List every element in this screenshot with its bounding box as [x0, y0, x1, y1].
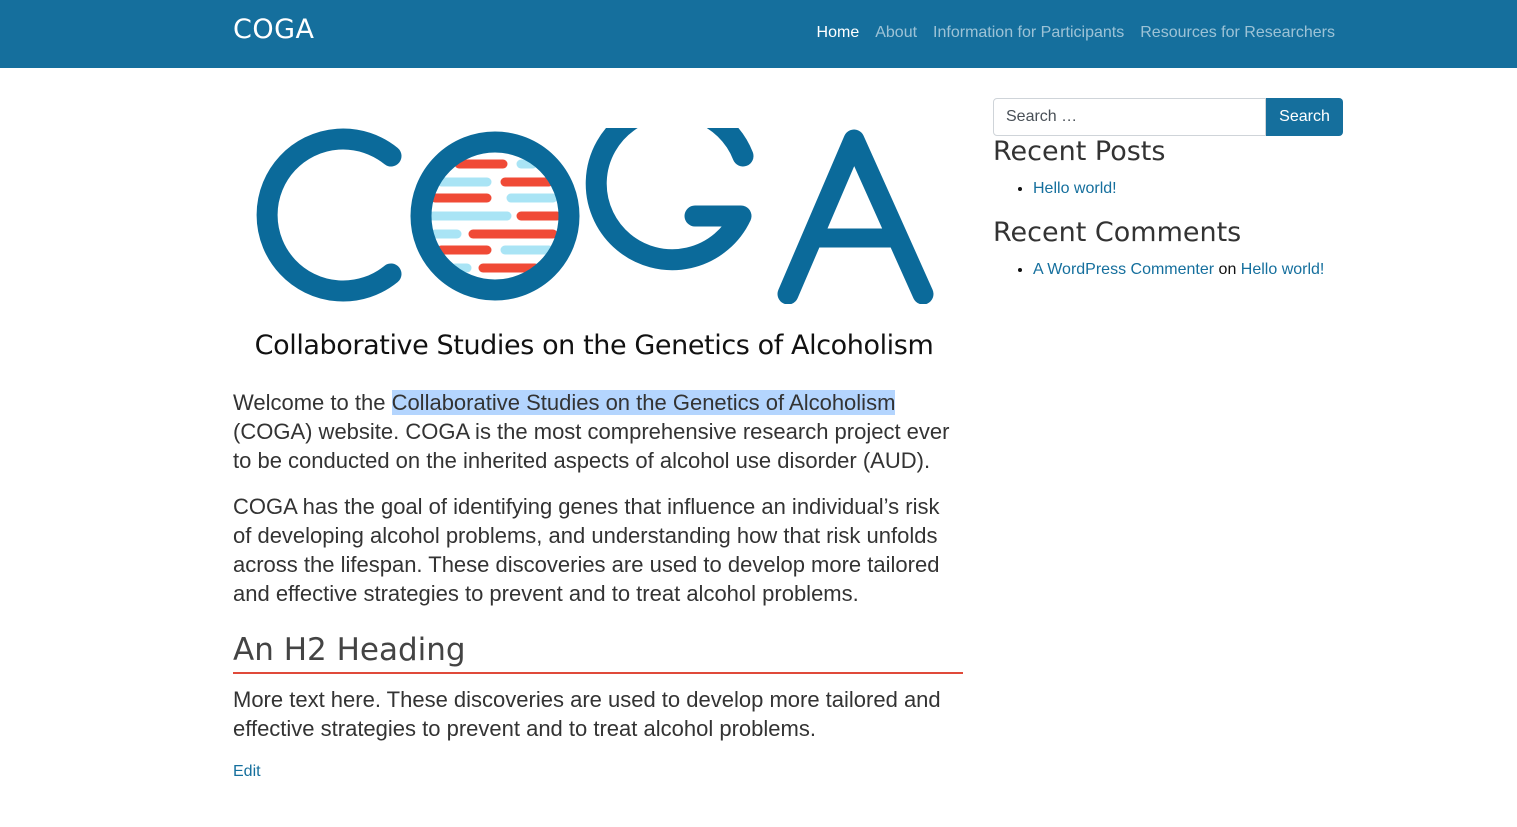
recent-comments-title: Recent Comments: [993, 217, 1242, 248]
selected-text: Collaborative Studies on the Genetics of…: [391, 390, 896, 415]
more-text-paragraph: More text here. These discoveries are us…: [233, 687, 941, 741]
list-item: Hello world!: [1033, 180, 1117, 198]
logo-letter-o: [410, 131, 580, 301]
search-input[interactable]: [993, 98, 1266, 136]
nav-information-for-participants[interactable]: Information for Participants: [933, 24, 1124, 41]
comment-connector: on: [1214, 261, 1241, 278]
nav-resources-for-researchers[interactable]: Resources for Researchers: [1140, 24, 1335, 41]
logo-letter-a: [777, 129, 934, 304]
recent-posts-list: Hello world!: [993, 180, 1117, 198]
edit-link[interactable]: Edit: [233, 763, 261, 781]
comment-post-link[interactable]: Hello world!: [1241, 261, 1325, 278]
intro-text-end: (COGA) website. COGA is the most compreh…: [233, 419, 950, 473]
intro-paragraph: Welcome to the Collaborative Studies on …: [233, 388, 963, 475]
nav-home[interactable]: Home: [817, 24, 860, 41]
site-brand[interactable]: COGA: [233, 14, 315, 45]
comment-author-link[interactable]: A WordPress Commenter: [1033, 261, 1214, 278]
main-nav: Home About Information for Participants …: [817, 24, 1335, 42]
recent-comments-list: A WordPress Commenter on Hello world!: [993, 261, 1324, 279]
nav-about[interactable]: About: [875, 24, 917, 41]
logo-letter-g: [585, 128, 754, 271]
section-heading: An H2 Heading: [233, 630, 963, 674]
coga-logo: [256, 128, 934, 304]
recent-post-link[interactable]: Hello world!: [1033, 180, 1117, 197]
list-item: A WordPress Commenter on Hello world!: [1033, 261, 1324, 279]
goal-paragraph: COGA has the goal of identifying genes t…: [233, 494, 940, 606]
top-navbar: COGA Home About Information for Particip…: [0, 0, 1517, 68]
logo-letter-c: [256, 128, 402, 302]
search-button[interactable]: Search: [1266, 98, 1343, 136]
recent-posts-title: Recent Posts: [993, 136, 1166, 167]
intro-text-start: Welcome to the: [233, 390, 392, 415]
logo-tagline: Collaborative Studies on the Genetics of…: [254, 330, 934, 361]
